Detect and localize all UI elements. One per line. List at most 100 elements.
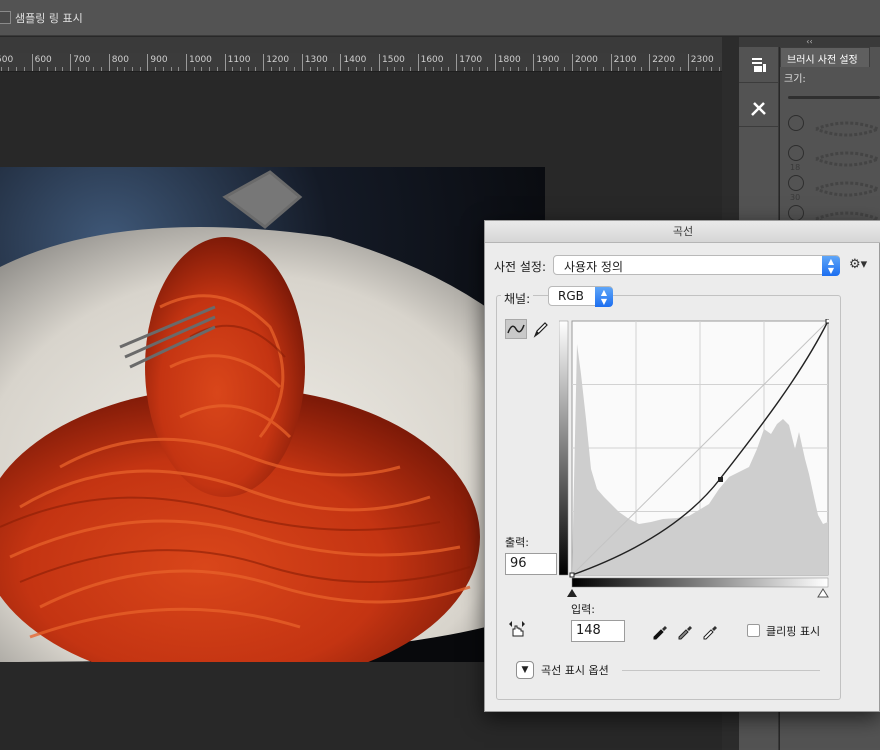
show-clipping-checkbox[interactable]: [747, 624, 760, 637]
ruler-minor-tick: [587, 67, 589, 71]
ruler-minor-tick: [278, 67, 280, 71]
ruler-minor-tick: [62, 67, 64, 71]
output-field[interactable]: 96: [505, 553, 557, 575]
ruler-minor-tick: [0, 67, 2, 71]
white-point-eyedropper-icon[interactable]: [701, 622, 719, 640]
ruler-minor-tick: [695, 67, 697, 71]
input-field[interactable]: 148: [571, 620, 625, 642]
output-gradient-bar: [559, 320, 569, 576]
white-point-slider[interactable]: [817, 588, 829, 598]
photo-image: [0, 167, 545, 662]
gear-icon[interactable]: ⚙▾: [849, 257, 867, 272]
curve-point[interactable]: [825, 319, 829, 324]
spaghetti-photo[interactable]: [0, 167, 545, 662]
tool-presets-panel-button[interactable]: [739, 91, 778, 127]
ruler-minor-tick: [178, 67, 180, 71]
ruler-minor-tick: [139, 67, 141, 71]
ruler-major-tick: [610, 54, 612, 71]
preset-label: 사전 설정:: [494, 260, 547, 274]
ruler-label: 1100: [227, 55, 251, 65]
ruler-major-tick: [572, 54, 573, 71]
curve-point-selected[interactable]: [718, 477, 723, 482]
ruler-minor-tick: [471, 67, 473, 71]
brush-preset-item[interactable]: 30: [786, 175, 808, 205]
preset-value: 사용자 정의: [564, 260, 624, 274]
gray-point-eyedropper-icon[interactable]: [676, 622, 694, 640]
curve-edit-tool[interactable]: [505, 319, 527, 339]
brush-tip-icon: [788, 115, 804, 131]
display-options-disclosure[interactable]: ▼: [516, 661, 534, 679]
black-point-eyedropper-icon[interactable]: [651, 622, 669, 640]
ruler-minor-tick: [579, 67, 581, 71]
brush-preset-panel-button[interactable]: [739, 47, 778, 83]
ruler-minor-tick: [332, 67, 334, 71]
ruler-label: 1500: [382, 55, 405, 65]
ruler-major-tick: [147, 54, 149, 71]
ruler-minor-tick: [502, 67, 504, 71]
ruler-major-tick: [417, 54, 419, 71]
ruler-minor-tick: [641, 67, 643, 71]
ruler-minor-tick: [541, 67, 543, 71]
show-clipping-label: 클리핑 표시: [766, 625, 821, 638]
preset-select[interactable]: 사용자 정의 ▲ ▼: [553, 255, 840, 276]
ruler-minor-tick: [162, 67, 164, 71]
brush-tip-icon: [788, 175, 804, 191]
brush-size-slider[interactable]: [788, 96, 880, 99]
ruler-major-tick: [263, 54, 265, 71]
channel-select[interactable]: RGB ▲ ▼: [548, 286, 613, 307]
hand-arrows-icon: [509, 621, 525, 637]
document-tab-strip: [0, 37, 722, 53]
sampling-ring-label: 샘플링 링 표시: [15, 12, 83, 25]
black-point-slider[interactable]: [567, 589, 577, 597]
ruler-minor-tick: [324, 67, 326, 71]
ruler-label: 1300: [304, 55, 328, 65]
ruler-minor-tick: [517, 67, 519, 71]
curves-graph[interactable]: [559, 319, 829, 601]
ruler-minor-tick: [155, 67, 157, 71]
ruler-minor-tick: [124, 67, 126, 71]
sampling-ring-checkbox[interactable]: [0, 11, 11, 24]
curve-point[interactable]: [569, 572, 575, 578]
ruler-minor-tick: [386, 67, 388, 71]
dialog-title[interactable]: 곡선: [485, 221, 880, 243]
ruler-minor-tick: [355, 67, 357, 71]
ruler-label: 1000: [189, 55, 212, 65]
ruler-major-tick: [70, 54, 72, 71]
ruler-minor-tick: [101, 67, 103, 71]
ruler-minor-tick: [23, 67, 25, 71]
ruler-major-tick: [456, 54, 458, 71]
ruler-label: 1200: [266, 55, 290, 65]
ruler-minor-tick: [440, 67, 442, 71]
brush-preset-item[interactable]: [786, 115, 808, 145]
ruler-minor-tick: [633, 67, 635, 71]
brush-stroke-preview: [815, 151, 880, 167]
brush-size-label: 크기:: [784, 74, 806, 85]
brush-tip-icon: [788, 145, 804, 161]
brush-presets-tab[interactable]: 브러시 사전 설정: [780, 47, 870, 67]
ruler-minor-tick: [479, 67, 481, 71]
pencil-tool[interactable]: [532, 319, 550, 339]
horizontal-ruler[interactable]: 500 600 700 800 900 1000 1100 1200 1300 1400 1500 1…: [0, 53, 722, 72]
ruler-label: 2100: [613, 55, 637, 65]
input-gradient-bar: [571, 577, 829, 588]
ruler-major-tick: [224, 54, 226, 71]
ruler-minor-tick: [170, 67, 172, 71]
targeted-adjustment-tool[interactable]: [507, 620, 529, 640]
brush-preset-item[interactable]: 18: [786, 145, 808, 175]
brush-size-number: 18: [790, 163, 801, 172]
brush-stroke-preview: [815, 121, 880, 137]
ruler-minor-tick: [16, 67, 18, 71]
collapse-dock-button[interactable]: ‹‹: [739, 37, 880, 47]
ruler-minor-tick: [626, 67, 628, 71]
ruler-minor-tick: [363, 67, 365, 71]
ruler-minor-tick: [371, 67, 373, 71]
ruler-label: 900: [150, 55, 168, 65]
ruler-minor-tick: [240, 67, 242, 71]
ruler-major-tick: [687, 54, 689, 71]
curves-dialog: 곡선 사전 설정: 사용자 정의 ▲ ▼ ⚙▾ 채널: RGB ▲ ▼ 출력: …: [484, 220, 880, 712]
ruler-minor-tick: [525, 67, 527, 71]
ruler-minor-tick: [294, 67, 296, 71]
ruler-minor-tick: [255, 67, 257, 71]
ruler-label: 2300: [690, 55, 714, 65]
output-label: 출력:: [505, 536, 529, 549]
